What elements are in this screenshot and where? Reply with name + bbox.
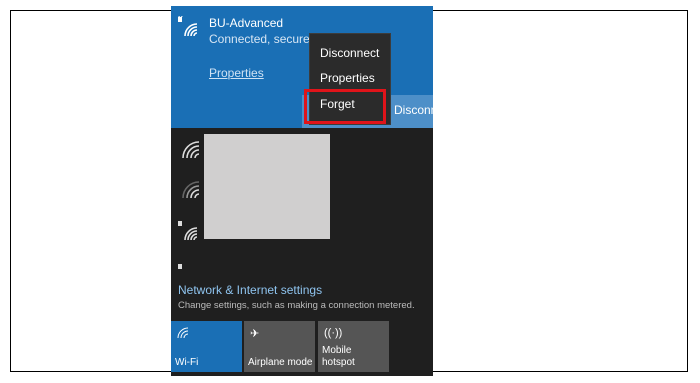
disconnect-button-label: Disconnect <box>394 103 433 117</box>
wifi-weak-icon[interactable] <box>179 178 201 200</box>
selected-network[interactable]: BU-Advanced Connected, secure Properties… <box>171 6 433 128</box>
airplane-icon: ✈ <box>250 328 260 340</box>
wifi-tile-label: Wi-Fi <box>175 357 199 368</box>
airplane-tile-label: Airplane mode <box>248 357 313 368</box>
hotspot-tile-label: Mobile hotspot <box>322 345 355 368</box>
wifi-tile[interactable]: Wi-Fi <box>171 321 242 372</box>
redacted-block <box>204 134 330 239</box>
airplane-mode-tile[interactable]: ✈ Airplane mode <box>244 321 315 372</box>
lock-icon <box>178 264 182 269</box>
wifi-icon <box>177 327 189 342</box>
wifi-icon[interactable] <box>179 138 201 160</box>
hotspot-icon: ((·)) <box>324 327 343 339</box>
mobile-hotspot-tile[interactable]: ((·)) Mobile hotspot <box>318 321 389 372</box>
menu-item-properties[interactable]: Properties <box>320 71 375 85</box>
wifi-secured-icon[interactable] <box>177 220 199 242</box>
forget-highlight-box <box>304 89 386 124</box>
network-status: Connected, secure <box>209 32 310 46</box>
network-name: BU-Advanced <box>209 16 284 30</box>
properties-link[interactable]: Properties <box>209 66 264 80</box>
network-settings-link[interactable]: Network & Internet settings <box>178 283 322 297</box>
wifi-secured-icon <box>178 16 198 37</box>
menu-item-disconnect[interactable]: Disconnect <box>320 46 379 60</box>
network-settings-subtitle: Change settings, such as making a connec… <box>178 300 415 311</box>
